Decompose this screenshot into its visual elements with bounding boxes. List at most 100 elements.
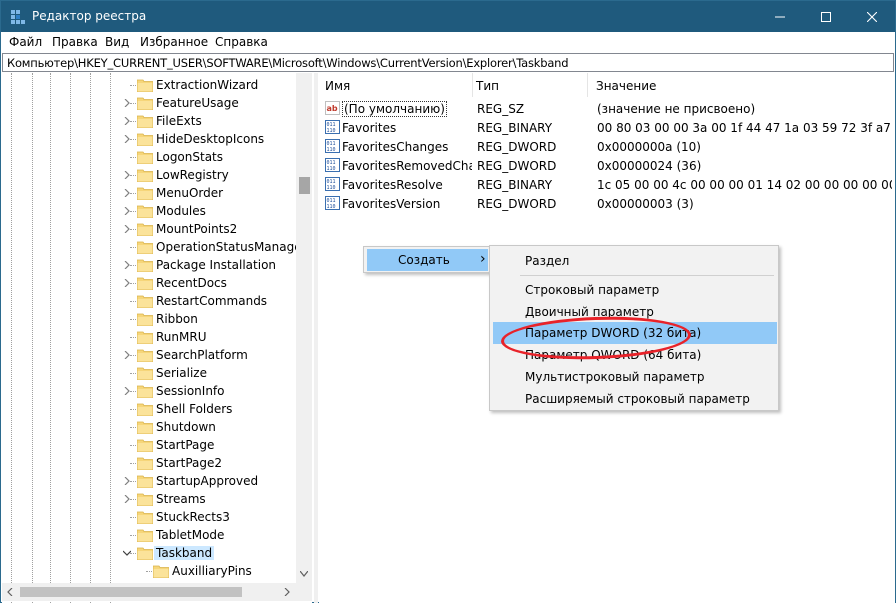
chevron-right-icon[interactable] — [123, 351, 131, 359]
minimize-button[interactable] — [757, 1, 803, 32]
value-row[interactable]: 011110FavoritesRemovedCha... REG_DWORD 0x0… — [319, 156, 895, 175]
value-row[interactable]: 011 110 FavoritesVersion REG_DWORD 0x0000000… — [319, 194, 895, 213]
chevron-right-icon[interactable] — [123, 207, 131, 215]
tree-item[interactable]: Modules — [2, 202, 297, 220]
column-header-value[interactable]: Значение — [596, 73, 895, 97]
value-data: 0x0000000a (10) — [597, 140, 701, 154]
tree-item-label: AuxilliaryPins — [172, 564, 252, 578]
tree-horizontal-scrollbar[interactable] — [2, 583, 296, 601]
column-header-type[interactable]: Тип — [476, 73, 588, 97]
tree-vertical-scroll-thumb[interactable] — [299, 177, 310, 194]
address-bar[interactable]: Компьютер\HKEY_CURRENT_USER\SOFTWARE\Mic… — [2, 53, 894, 72]
menu-favorites[interactable]: Избранное — [140, 35, 208, 49]
chevron-right-icon[interactable] — [123, 495, 131, 503]
chevron-right-icon[interactable] — [123, 189, 131, 197]
tree-item[interactable]: Package Installation — [2, 256, 297, 274]
tree-item[interactable]: HideDesktopIcons — [2, 130, 297, 148]
tree-horizontal-scroll-thumb[interactable] — [20, 587, 242, 597]
tree-item[interactable]: OperationStatusManager — [2, 238, 307, 256]
value-data: 0x00000024 (36) — [597, 159, 702, 173]
chevron-right-icon[interactable] — [123, 171, 131, 179]
folder-icon — [137, 529, 153, 542]
tree-item[interactable]: Serialize — [2, 364, 297, 382]
tree-item[interactable]: AuxilliaryPins — [2, 562, 297, 580]
tree-item[interactable]: LowRegistry — [2, 166, 297, 184]
menu-view[interactable]: Вид — [105, 35, 129, 49]
tree-item[interactable]: LogonStats — [2, 148, 297, 166]
tree-item-label: TabletMode — [156, 528, 225, 542]
submenu-item[interactable]: Мультистроковый параметр — [493, 366, 777, 388]
chevron-right-icon[interactable] — [123, 279, 131, 287]
chevron-right-icon[interactable] — [123, 135, 131, 143]
tree-item[interactable]: Streams — [2, 490, 297, 508]
folder-icon — [137, 475, 153, 488]
context-menu-create[interactable]: Создать › — [367, 249, 488, 271]
tree-item[interactable]: ExtractionWizard — [2, 76, 297, 94]
value-name: Favorites — [342, 121, 397, 135]
value-data: (значение не присвоено) — [597, 102, 756, 116]
chevron-right-icon[interactable] — [123, 117, 131, 125]
tree-item-label: OperationStatusManager — [156, 240, 307, 254]
column-header-name[interactable]: Имя — [325, 73, 473, 97]
tree-item[interactable]: StartPage2 — [2, 454, 297, 472]
submenu-item[interactable]: Расширяемый строковый параметр — [493, 388, 777, 410]
tree-item-label: MenuOrder — [156, 186, 224, 200]
folder-icon — [137, 259, 153, 272]
folder-icon — [137, 547, 153, 560]
tree-item[interactable]: RunMRU — [2, 328, 297, 346]
value-type: REG_DWORD — [477, 140, 557, 154]
tree-vertical-scrollbar[interactable] — [296, 73, 312, 583]
menu-edit[interactable]: Правка — [52, 35, 98, 49]
submenu-item[interactable]: Раздел — [493, 250, 777, 272]
tree-item[interactable]: Shell Folders — [2, 400, 297, 418]
maximize-button[interactable] — [803, 1, 849, 32]
tree-item[interactable]: FeatureUsage — [2, 94, 297, 112]
close-button[interactable] — [849, 1, 895, 32]
pane-splitter[interactable] — [314, 73, 318, 603]
tree-item-label: FileExts — [156, 114, 202, 128]
tree-item[interactable]: SessionInfo — [2, 382, 297, 400]
tree-item[interactable]: StartPage — [2, 436, 297, 454]
value-row[interactable]: 011 110 FavoritesChanges REG_DWORD 0x0000000… — [319, 137, 895, 156]
chevron-right-icon[interactable] — [123, 387, 131, 395]
tree-item[interactable]: FileExts — [2, 112, 297, 130]
scroll-down-arrow-icon[interactable] — [300, 571, 308, 577]
menu-help[interactable]: Справка — [215, 35, 268, 49]
tree-item[interactable]: StartupApproved — [2, 472, 297, 490]
scroll-left-arrow-icon[interactable] — [7, 588, 13, 596]
chevron-right-icon[interactable] — [123, 225, 131, 233]
value-type: REG_BINARY — [477, 178, 553, 192]
tree-item-label: StartPage2 — [156, 456, 222, 470]
title-bar[interactable]: Редактор реестра — [1, 1, 895, 32]
tree-item-label: RecentDocs — [156, 276, 227, 290]
tree-item[interactable]: TabletMode — [2, 526, 297, 544]
folder-icon — [137, 421, 153, 434]
value-row[interactable]: 011 110 Favorites REG_BINARY 00 80 03 00 00 … — [319, 118, 895, 137]
tree-item[interactable]: RecentDocs — [2, 274, 297, 292]
tree-item[interactable]: Ribbon — [2, 310, 297, 328]
value-type: REG_SZ — [477, 102, 525, 116]
value-name: FavoritesResolve — [342, 178, 443, 192]
maximize-icon — [821, 11, 831, 22]
value-name: FavoritesVersion — [342, 197, 441, 211]
tree-item[interactable]: SearchPlatform — [2, 346, 297, 364]
value-row[interactable]: ab (По умолчанию) REG_SZ (значение не присв… — [319, 99, 895, 118]
chevron-down-icon[interactable] — [123, 549, 131, 557]
tree-item[interactable]: StuckRects3 — [2, 508, 297, 526]
chevron-right-icon[interactable] — [123, 99, 131, 107]
tree-item[interactable]: Taskband — [2, 544, 297, 562]
tree-item-label: HideDesktopIcons — [156, 132, 265, 146]
tree-item[interactable]: RestartCommands — [2, 292, 297, 310]
chevron-right-icon[interactable] — [123, 261, 131, 269]
chevron-right-icon[interactable] — [123, 477, 131, 485]
tree-item-label: Modules — [156, 204, 206, 218]
value-row[interactable]: 011 110 FavoritesResolve REG_BINARY 1c 05 00… — [319, 175, 895, 194]
tree-item[interactable]: Shutdown — [2, 418, 297, 436]
menu-file[interactable]: Файл — [9, 35, 42, 49]
tree-item[interactable]: MountPoints2 — [2, 220, 297, 238]
value-name: FavoritesRemovedCha... — [342, 159, 472, 173]
submenu-item[interactable]: Строковый параметр — [493, 279, 777, 301]
scroll-right-arrow-icon[interactable] — [284, 588, 290, 596]
tree-item[interactable]: MenuOrder — [2, 184, 297, 202]
key-tree-pane[interactable]: ExtractionWizard FeatureUsage FileExts Hide… — [2, 73, 312, 603]
